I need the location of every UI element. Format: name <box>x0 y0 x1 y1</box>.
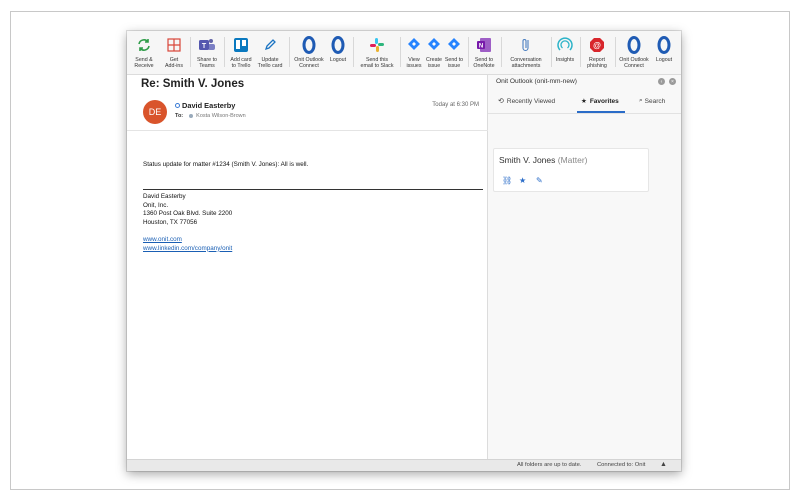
teams-icon: T <box>197 35 217 55</box>
logout-button-2[interactable]: Logout <box>651 35 677 63</box>
update-trello-card-button[interactable]: Update Trello card <box>255 35 285 69</box>
onit-addin-pane: Onit Outlook (onit-mm-new) ‹ × ⟲ Recentl… <box>488 75 681 459</box>
trello-icon <box>231 35 251 55</box>
onit-outlook-connect-button-2[interactable]: Onit Outlook Connect <box>617 35 651 69</box>
sender-row: David Easterby <box>175 101 235 110</box>
matter-title[interactable]: Smith V. Jones (Matter) <box>499 155 588 165</box>
view-issues-button[interactable]: View issues <box>403 35 425 69</box>
jira-view-icon <box>404 35 424 55</box>
ribbon-divider <box>400 37 401 67</box>
send-to-issue-button[interactable]: Send to issue <box>443 35 465 69</box>
ribbon-divider <box>580 37 581 67</box>
send-receive-button[interactable]: Send & Receive <box>130 35 158 69</box>
outlook-window: Send & Receive Get Add-ins T Share to Te… <box>127 31 681 471</box>
slack-icon <box>367 35 387 55</box>
presence-icon <box>189 114 194 118</box>
pane-tabs: ⟲ Recently Viewed ★ Favorites ⌕ Search <box>488 93 681 113</box>
onit-logout-icon <box>328 35 348 55</box>
tab-recently-viewed[interactable]: ⟲ Recently Viewed <box>498 97 555 106</box>
close-icon[interactable]: × <box>669 78 676 85</box>
onit-outlook-connect-button[interactable]: Onit Outlook Connect <box>292 35 326 69</box>
signature-address: 1360 Post Oak Blvd. Suite 2200 <box>143 210 233 218</box>
ribbon-divider <box>224 37 225 67</box>
create-issue-button[interactable]: Create issue <box>424 35 444 69</box>
favorite-star-icon[interactable]: ★ <box>519 176 526 185</box>
svg-text:@: @ <box>593 41 601 50</box>
onit-icon <box>299 35 319 55</box>
tab-favorites[interactable]: ★ Favorites <box>581 97 619 106</box>
ribbon-divider <box>615 37 616 67</box>
email-body: Status update for matter #1234 (Smith V.… <box>143 161 309 168</box>
add-ins-icon <box>164 35 184 55</box>
email-signature: David Easterby Onit, Inc. 1360 Post Oak … <box>143 193 232 253</box>
presence-icon <box>175 103 180 108</box>
ribbon-divider <box>468 37 469 67</box>
onit-logout-icon <box>654 35 674 55</box>
logout-button[interactable]: Logout <box>326 35 350 63</box>
onenote-icon: N <box>474 35 494 55</box>
signature-spacer <box>143 227 232 236</box>
signature-divider <box>143 189 483 190</box>
ribbon-divider <box>190 37 191 67</box>
ribbon-divider <box>353 37 354 67</box>
pencil-icon <box>260 35 280 55</box>
signature-city: Houston, TX 77056 <box>143 218 198 226</box>
tab-search[interactable]: ⌕ Search <box>639 97 665 105</box>
header-divider <box>127 130 488 131</box>
conversation-attachments-button[interactable]: Conversation attachments <box>504 35 548 69</box>
svg-text:N: N <box>479 44 483 50</box>
warning-icon[interactable]: ▲ <box>660 461 667 468</box>
to-label: To: <box>175 113 184 119</box>
send-to-onenote-button[interactable]: N Send to OneNote <box>471 35 497 69</box>
pin-icon[interactable]: ‹ <box>658 78 665 85</box>
ribbon-toolbar: Send & Receive Get Add-ins T Share to Te… <box>127 31 681 75</box>
link-email-icon[interactable]: ⛓ <box>502 176 512 185</box>
jira-send-icon <box>444 35 464 55</box>
reading-pane: Re: Smith V. Jones DE David Easterby Tod… <box>127 75 488 459</box>
favorite-matter-card[interactable]: Smith V. Jones (Matter) ⛓ ★ ✎ <box>493 148 649 192</box>
connection-status: Connected to: Onit <box>597 462 646 468</box>
star-icon: ★ <box>581 98 587 105</box>
insights-icon <box>555 35 575 55</box>
send-email-to-slack-button[interactable]: Send this email to Slack <box>357 35 397 69</box>
get-add-ins-button[interactable]: Get Add-ins <box>161 35 187 69</box>
add-card-to-trello-button[interactable]: Add card to Trello <box>227 35 255 69</box>
share-to-teams-button[interactable]: T Share to Teams <box>193 35 221 69</box>
linkedin-link[interactable]: www.linkedin.com/company/onit <box>143 245 232 254</box>
send-receive-icon <box>134 35 154 55</box>
email-timestamp: Today at 6:30 PM <box>432 102 479 108</box>
sender-name[interactable]: David Easterby <box>182 101 235 110</box>
search-icon: ⌕ <box>639 97 643 104</box>
sync-status: All folders are up to date. <box>517 462 582 468</box>
history-icon: ⟲ <box>498 98 504 105</box>
email-subject: Re: Smith V. Jones <box>141 78 245 90</box>
ribbon-divider <box>289 37 290 67</box>
recipient-row: To: Kosta Wilson-Brown <box>175 113 246 119</box>
ribbon-divider <box>501 37 502 67</box>
onit-icon <box>624 35 644 55</box>
tabs-divider <box>488 113 681 114</box>
paperclip-icon <box>516 35 536 55</box>
avatar[interactable]: DE <box>143 100 167 124</box>
website-link[interactable]: www.onit.com <box>143 236 232 245</box>
signature-name: David Easterby <box>143 193 186 200</box>
report-phishing-button[interactable]: @ Report phishing <box>583 35 611 69</box>
jira-create-icon <box>424 35 444 55</box>
status-bar: All folders are up to date. Connected to… <box>127 459 681 471</box>
recipient-name[interactable]: Kosta Wilson-Brown <box>196 113 246 119</box>
signature-company: Onit, Inc. <box>143 201 169 209</box>
phishing-icon: @ <box>587 35 607 55</box>
edit-pencil-icon[interactable]: ✎ <box>536 176 543 185</box>
ribbon-divider <box>551 37 552 67</box>
svg-text:T: T <box>202 43 207 50</box>
insights-button[interactable]: Insights <box>553 35 577 63</box>
pane-title: Onit Outlook (onit-mm-new) <box>496 78 577 85</box>
